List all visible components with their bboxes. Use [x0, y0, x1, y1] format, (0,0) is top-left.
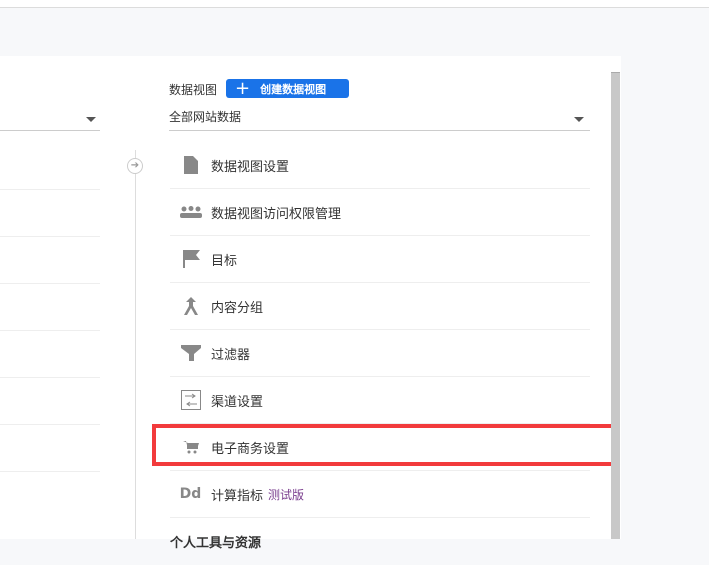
divider [0, 377, 100, 378]
menu-item-filters[interactable]: 过滤器 [170, 330, 590, 377]
divider [0, 471, 100, 472]
divider [0, 330, 100, 331]
people-icon [170, 206, 211, 218]
dd-icon: Dd [179, 486, 202, 502]
item-label: 过滤器 [211, 347, 251, 363]
selected-view: 全部网站数据 [169, 110, 242, 124]
scrollbar[interactable] [611, 72, 620, 539]
filter-icon [170, 345, 211, 361]
divider [0, 189, 100, 190]
chevron-down-icon [574, 117, 584, 122]
menu-item-calculated-metrics[interactable]: Dd 计算指标 测试版 [170, 471, 590, 518]
menu-item-content-grouping[interactable]: 内容分组 [170, 283, 590, 330]
column-separator [135, 150, 136, 539]
view-label: 数据视图 [169, 83, 218, 97]
item-label: 计算指标 [211, 488, 264, 504]
item-label: 数据视图访问权限管理 [211, 206, 342, 222]
menu-item-goals[interactable]: 目标 [170, 236, 590, 283]
highlight-box [152, 424, 618, 466]
property-dropdown-arrow[interactable] [86, 117, 96, 122]
view-selector[interactable]: 全部网站数据 [169, 108, 590, 131]
divider [0, 283, 100, 284]
arrow-right-icon[interactable]: ➔ [127, 158, 143, 174]
divider [0, 424, 100, 425]
divider [0, 236, 100, 237]
menu-item-channel-settings[interactable]: 渠道设置 [170, 377, 590, 424]
menu-item-view-access[interactable]: 数据视图访问权限管理 [170, 189, 590, 236]
merge-icon [170, 297, 211, 315]
item-label: 数据视图设置 [211, 159, 290, 175]
menu-item-view-settings[interactable]: 数据视图设置 [170, 142, 590, 189]
document-icon [170, 156, 211, 174]
section-personal-tools: 个人工具与资源 [170, 518, 590, 565]
item-label: 渠道设置 [211, 394, 264, 410]
create-view-button[interactable]: + 创建数据视图 [226, 79, 349, 98]
item-label: 目标 [211, 253, 238, 269]
section-heading: 个人工具与资源 [170, 536, 262, 551]
top-bar [0, 0, 709, 8]
create-view-label: 创建数据视图 [260, 82, 327, 96]
channel-icon [170, 390, 211, 410]
flag-icon [170, 250, 211, 268]
item-label: 内容分组 [211, 300, 264, 316]
plus-icon: + [235, 78, 251, 99]
beta-badge: 测试版 [268, 487, 305, 502]
divider [0, 130, 100, 131]
